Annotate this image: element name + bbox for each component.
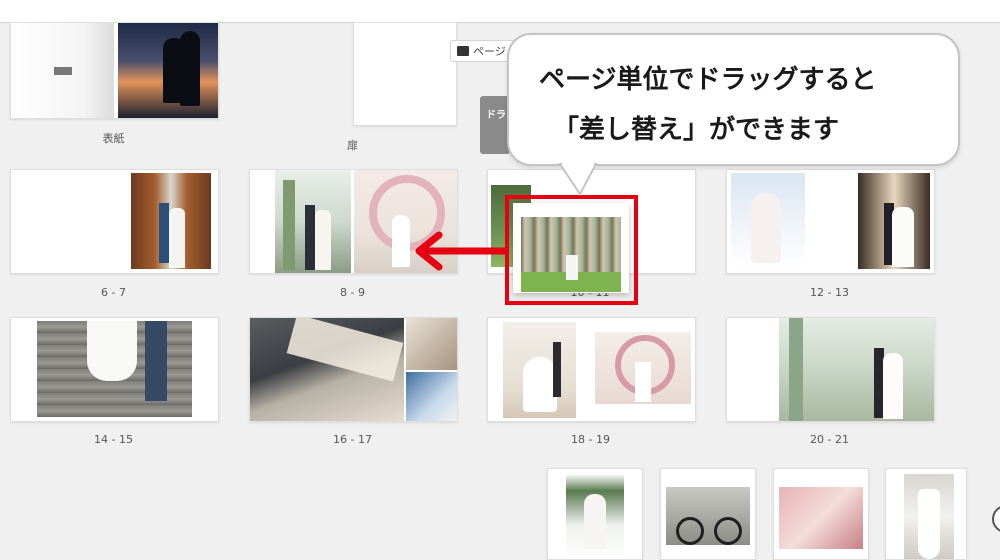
photo-bride-garden-seated xyxy=(503,322,576,418)
tray-photo-dress[interactable] xyxy=(885,468,967,560)
drag-hint-label: ドラ xyxy=(486,110,506,121)
spread-label-18-19: 18 - 19 xyxy=(571,433,610,446)
spread-label-20-21: 20 - 21 xyxy=(810,433,849,446)
spread-20-21[interactable] xyxy=(726,317,935,422)
tray-photo-cake-image xyxy=(779,487,863,549)
spread-label-16-17: 16 - 17 xyxy=(333,433,372,446)
page-mode-label: ページ xyxy=(473,45,506,58)
photo-stairs-couple xyxy=(37,321,192,417)
spread-18-19[interactable] xyxy=(487,317,696,422)
spread-6-7[interactable] xyxy=(10,169,219,274)
drag-hint-tab: ドラ xyxy=(480,96,510,154)
tray-photo-flower-girl-image xyxy=(566,474,624,559)
photo-greenhouse-couple xyxy=(779,318,934,421)
photo-church-door-couple xyxy=(131,173,211,269)
drag-highlight-box xyxy=(505,195,638,305)
arrow-left-icon xyxy=(415,231,509,271)
spread-12-13[interactable] xyxy=(726,169,935,274)
photo-bride-window xyxy=(406,318,457,370)
photo-flower-arch-couple xyxy=(595,332,691,404)
spread-label-cover: 表紙 xyxy=(102,132,125,145)
top-toolbar xyxy=(0,0,1000,23)
spread-14-15[interactable] xyxy=(10,317,219,422)
spread-label-14-15: 14 - 15 xyxy=(94,433,133,446)
spread-title-page[interactable] xyxy=(353,22,457,126)
photo-bride-clouds xyxy=(731,173,805,269)
spread-label-6-7: 6 - 7 xyxy=(101,286,126,299)
cover-logo-mark xyxy=(54,67,72,75)
tray-photo-dress-image xyxy=(904,474,954,559)
book-icon xyxy=(457,46,469,56)
tray-photo-bicycle-image xyxy=(666,487,750,545)
cover-photo-couple-silhouette xyxy=(118,23,218,118)
spread-label-12-13: 12 - 13 xyxy=(810,286,849,299)
photo-veil-church xyxy=(250,318,404,421)
tray-photo-cake[interactable] xyxy=(773,468,869,560)
callout-line-2: 「差し替え」ができます xyxy=(553,115,840,145)
photo-bouquet-blue xyxy=(406,372,457,421)
tray-photo-flower-girl[interactable] xyxy=(547,468,643,560)
callout-tail xyxy=(558,162,598,196)
tray-photo-bicycle[interactable] xyxy=(660,468,756,560)
spread-label-title-page: 扉 xyxy=(347,139,358,152)
spread-label-8-9: 8 - 9 xyxy=(340,286,365,299)
photo-garden-couple xyxy=(275,170,351,273)
callout-line-1: ページ単位でドラッグすると xyxy=(539,65,877,95)
drag-instruction-callout: ページ単位でドラッグすると 「差し替え」ができます xyxy=(507,33,960,166)
spread-cover[interactable] xyxy=(10,22,219,119)
help-circle-icon[interactable] xyxy=(992,505,1000,533)
spread-16-17[interactable] xyxy=(249,317,458,422)
photo-window-couple xyxy=(858,173,930,269)
